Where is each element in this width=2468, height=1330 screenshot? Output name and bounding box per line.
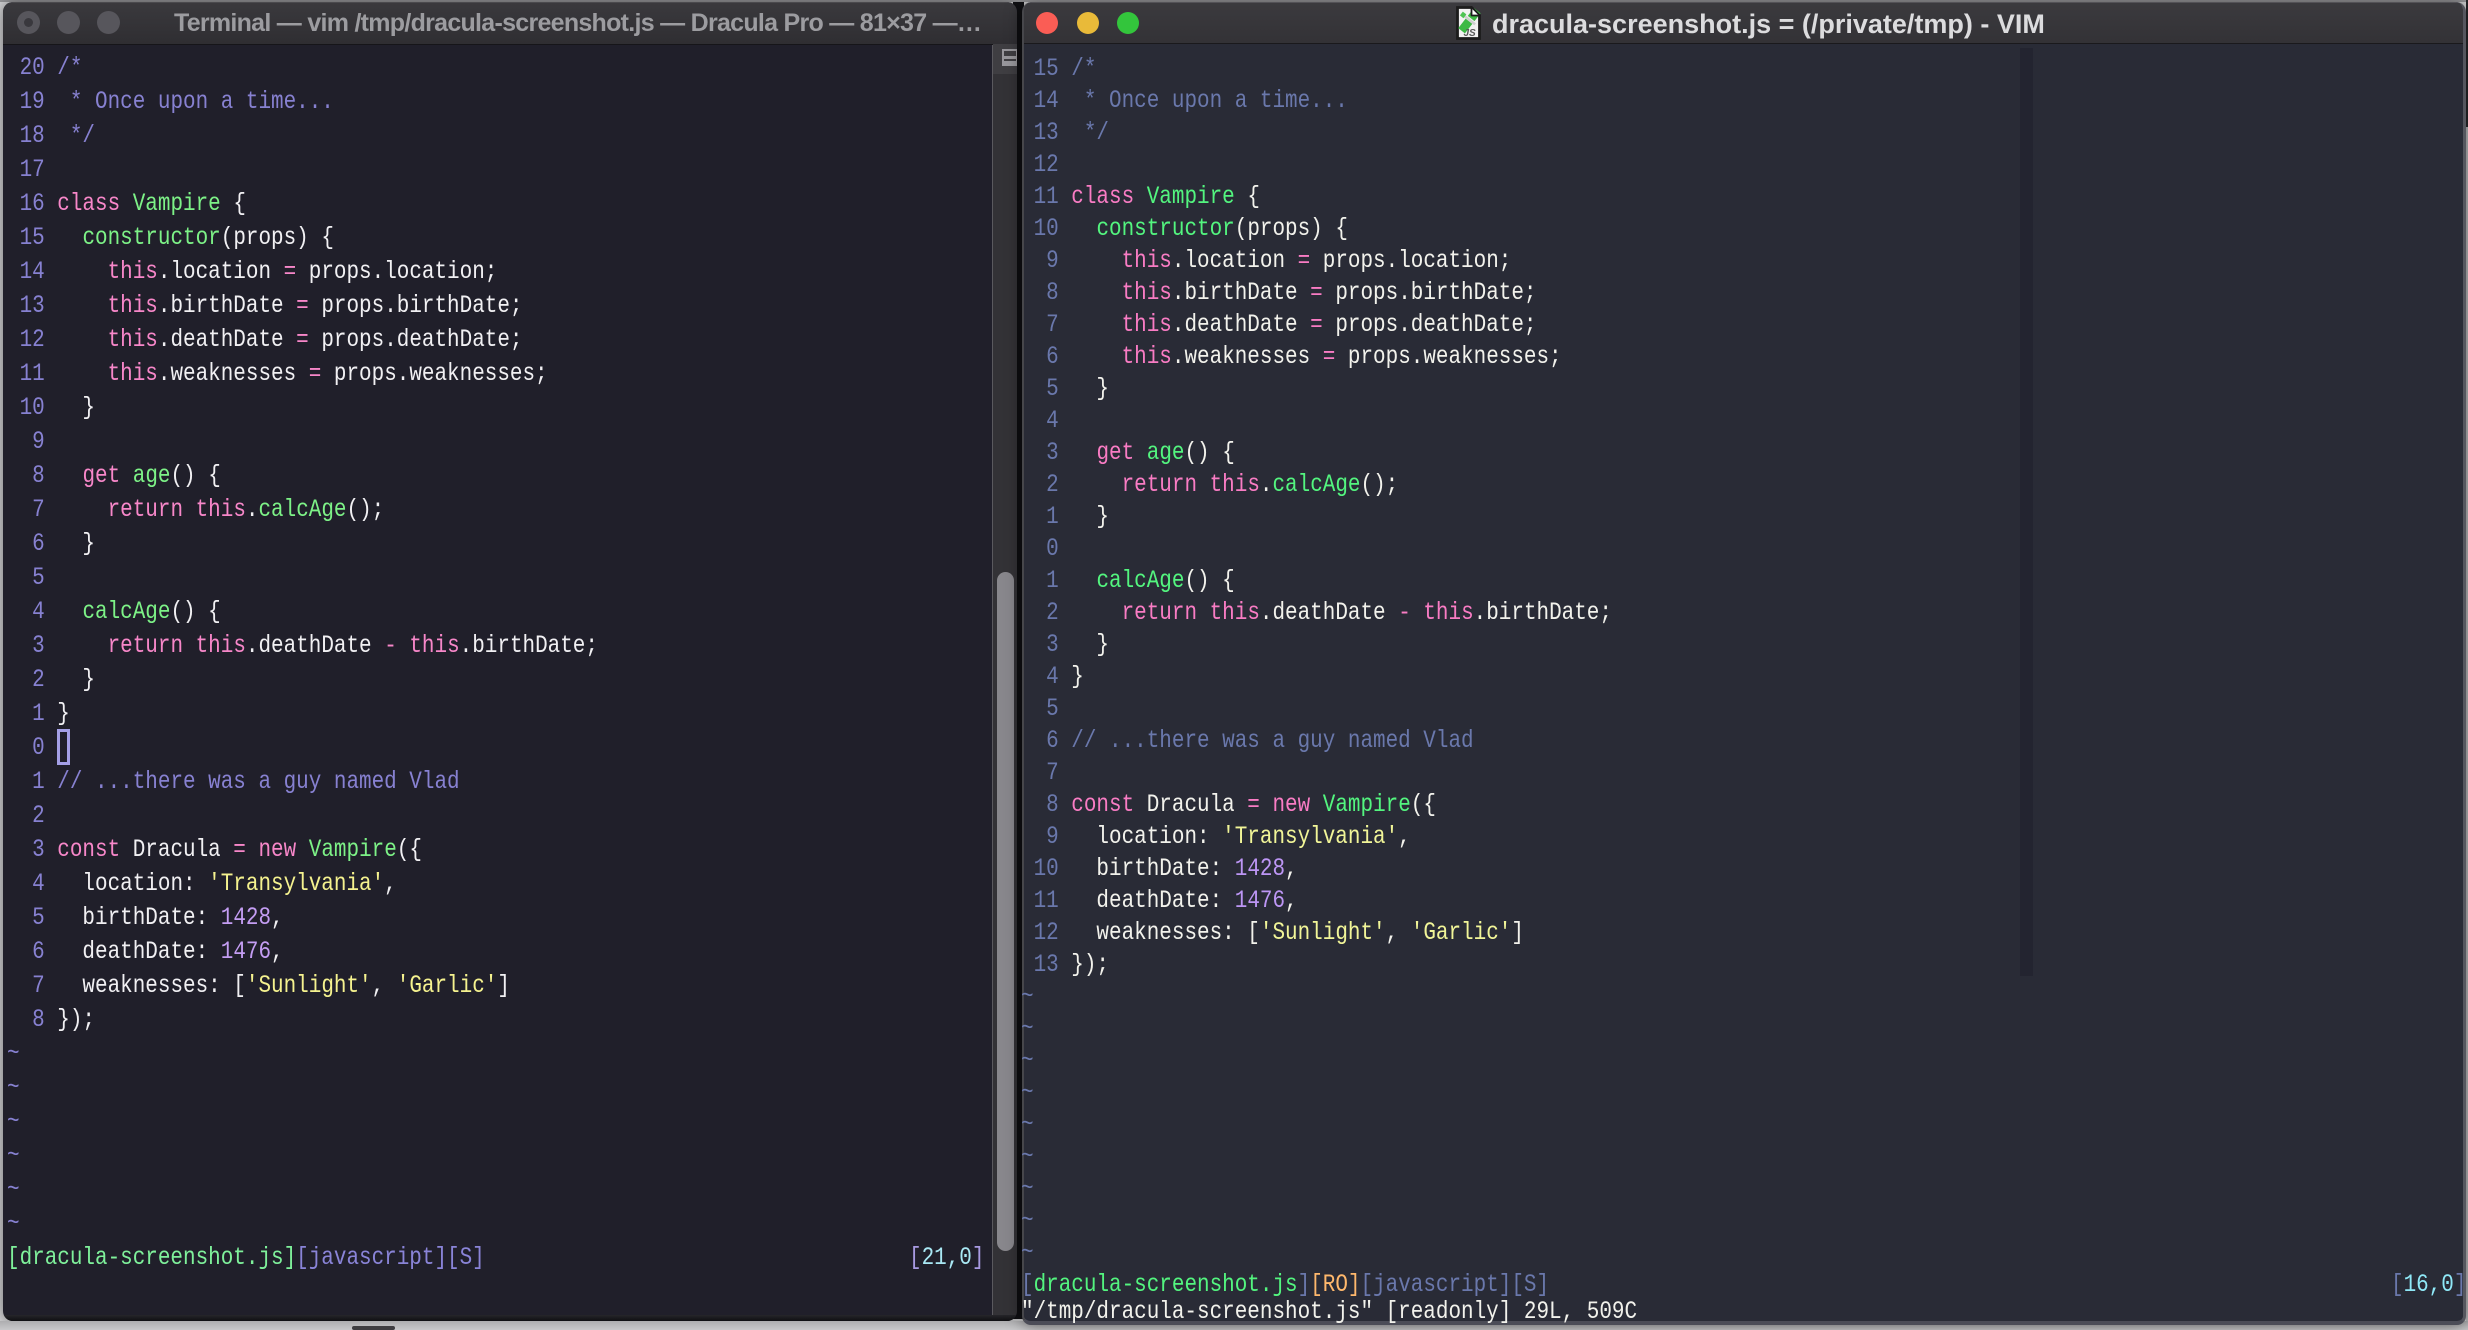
svg-text:JS: JS bbox=[1464, 28, 1477, 39]
